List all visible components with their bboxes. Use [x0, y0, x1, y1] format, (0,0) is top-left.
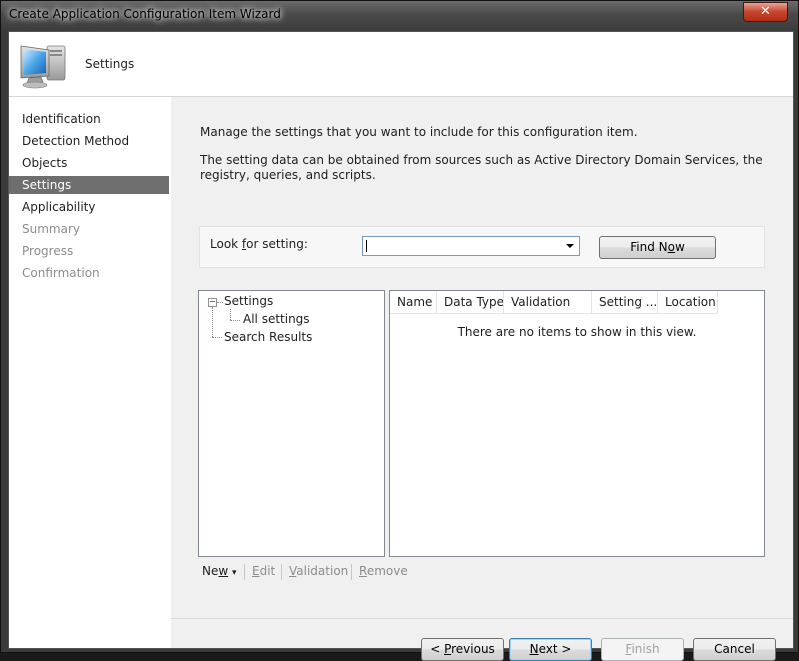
window-title: Create Application Configuration Item Wi… — [9, 7, 281, 21]
look-for-setting-label: Look for setting: — [210, 237, 308, 251]
page-title: Settings — [85, 57, 135, 71]
finish-button: Finish — [601, 638, 684, 661]
wizard-client-area: Settings Identification Detection Method… — [8, 31, 794, 661]
nav-item-applicability[interactable]: Applicability — [9, 198, 169, 216]
lookup-panel: Look for setting: Find Now — [199, 226, 765, 268]
tree-node-all-settings[interactable]: All settings — [243, 312, 310, 326]
settings-list: Name Data Type Validation Setting ... Lo… — [389, 290, 765, 557]
title-bar[interactable]: Create Application Configuration Item Wi… — [1, 1, 798, 31]
nav-item-confirmation: Confirmation — [22, 266, 100, 280]
wizard-window: Create Application Configuration Item Wi… — [0, 0, 799, 661]
computer-monitor-icon — [20, 45, 66, 89]
tree-connector — [230, 320, 240, 321]
column-header-data-type[interactable]: Data Type — [437, 291, 504, 314]
validation-button[interactable]: Validation — [289, 564, 348, 578]
nav-item-detection-method[interactable]: Detection Method — [9, 132, 169, 150]
nav-item-settings[interactable]: Settings — [9, 176, 169, 194]
description-manage: Manage the settings that you want to inc… — [200, 125, 638, 139]
collapse-icon[interactable]: − — [208, 298, 217, 307]
column-header-validation[interactable]: Validation — [504, 291, 592, 314]
toolbar-separator — [281, 564, 282, 580]
wizard-nav: Identification Detection Method Objects … — [9, 97, 171, 648]
nav-item-identification[interactable]: Identification — [9, 110, 169, 128]
previous-button[interactable]: < Previous — [421, 638, 504, 661]
edit-button[interactable]: Edit — [252, 564, 275, 578]
tree-node-search-results[interactable]: Search Results — [224, 330, 312, 344]
wizard-header: Settings — [9, 32, 793, 97]
footer-divider — [171, 618, 793, 619]
column-header-name[interactable]: Name — [390, 291, 437, 314]
dropdown-arrow-icon: ▾ — [232, 568, 237, 578]
nav-item-summary: Summary — [22, 222, 80, 236]
column-header-setting[interactable]: Setting ... — [592, 291, 658, 314]
tree-connector — [230, 309, 231, 320]
toolbar-separator — [351, 564, 352, 580]
nav-item-progress: Progress — [22, 244, 74, 258]
dropdown-arrow-icon[interactable] — [566, 244, 574, 248]
look-for-setting-combobox[interactable] — [362, 236, 580, 256]
text-caret — [366, 240, 367, 252]
nav-item-objects[interactable]: Objects — [9, 154, 169, 172]
tree-connector — [212, 307, 213, 337]
description-sources: The setting data can be obtained from so… — [200, 153, 763, 182]
tree-connector — [212, 337, 222, 338]
find-now-button[interactable]: Find Now — [599, 236, 716, 259]
tree-node-settings[interactable]: Settings — [224, 294, 273, 308]
settings-toolbar: New ▾ Edit Validation Remove — [198, 561, 763, 583]
next-button[interactable]: Next > — [509, 638, 592, 661]
tree-connector — [217, 302, 223, 303]
close-icon: ✕ — [760, 4, 771, 19]
toolbar-separator — [244, 564, 245, 580]
new-menu-button[interactable]: New ▾ — [202, 564, 237, 578]
empty-list-message: There are no items to show in this view. — [457, 325, 697, 339]
settings-page: Manage the settings that you want to inc… — [171, 97, 793, 661]
remove-button[interactable]: Remove — [359, 564, 408, 578]
close-button[interactable]: ✕ — [743, 2, 788, 22]
cancel-button[interactable]: Cancel — [693, 638, 776, 661]
settings-tree: − Settings All settings Search Results — [198, 290, 385, 557]
column-header-location[interactable]: Location — [658, 291, 718, 314]
